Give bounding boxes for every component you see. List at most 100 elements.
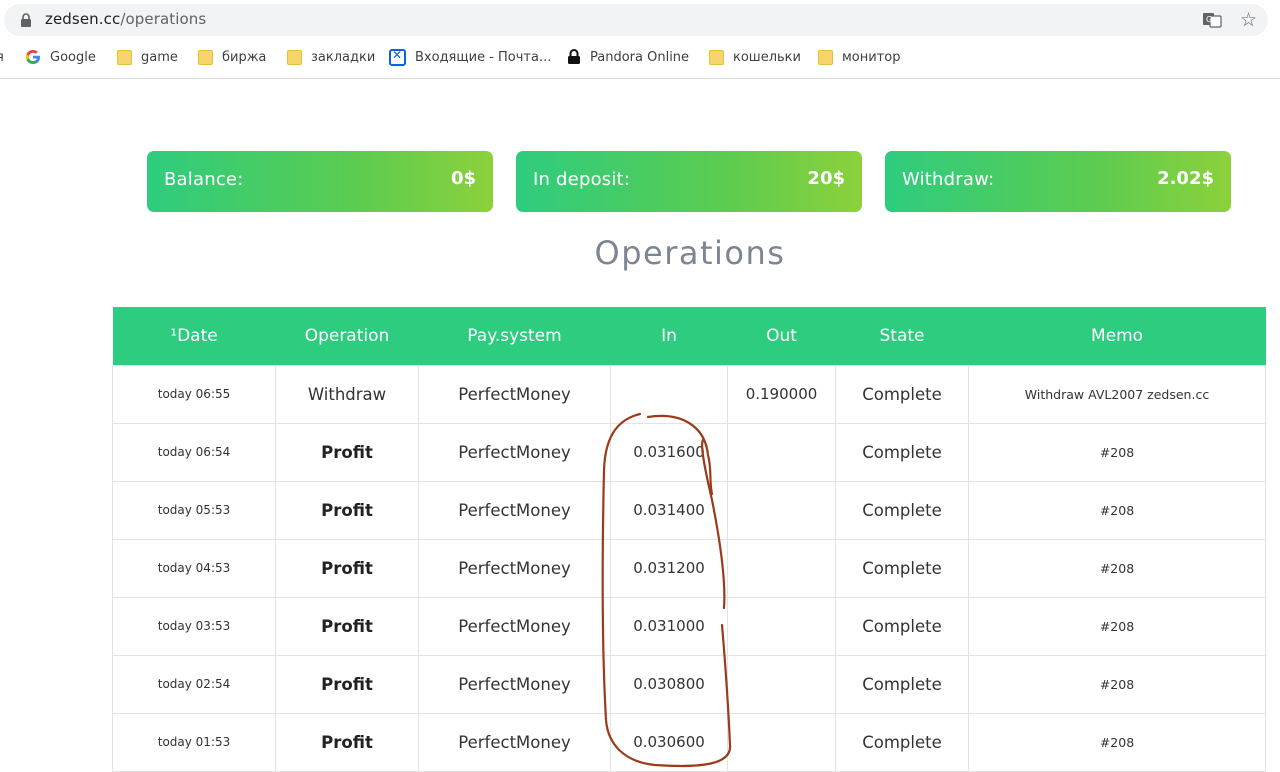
bookmark-label: game [141,49,178,65]
cell-state: Complete [835,480,969,540]
withdraw-label: Withdraw: [902,169,995,190]
header-out[interactable]: Out [727,307,836,365]
balance-value: 0$ [450,168,476,189]
cell-date: today 05:53 [112,480,276,540]
bookmark-label: закладки [311,49,376,65]
cell-pay-system: PerfectMoney [418,364,611,424]
cell-out [727,596,836,656]
cell-memo: #208 [968,538,1266,598]
cell-out [727,538,836,598]
translate-icon[interactable]: G [1202,12,1222,28]
bookmark-folder-birzha[interactable]: биржа [198,44,266,70]
table-row: today 04:53 Profit PerfectMoney 0.031200… [112,538,1266,598]
cell-memo: #208 [968,480,1266,540]
cell-date: today 04:53 [112,538,276,598]
google-icon [25,50,40,64]
operations-table: ¹Date Operation Pay.system In Out State … [112,307,1266,772]
table-row: today 03:53 Profit PerfectMoney 0.031000… [112,596,1266,656]
address-bar[interactable]: zedsen.cc/operations G ☆ [4,4,1268,36]
cell-in: 0.030800 [610,654,728,714]
lock-icon [21,13,31,27]
cell-pay-system: PerfectMoney [418,422,611,482]
folder-icon [198,49,213,65]
cell-state: Complete [835,654,969,714]
cell-operation: Profit [275,422,419,482]
cell-memo: #208 [968,654,1266,714]
header-pay-system[interactable]: Pay.system [418,307,611,365]
bookmark-label: Pandora Online [590,49,690,65]
cell-operation: Profit [275,596,419,656]
bookmark-folder-monitor[interactable]: монитор [818,44,901,70]
cell-in: 0.030600 [610,712,728,772]
cell-in: 0.031400 [610,480,728,540]
cell-out [727,422,836,482]
url-host: zedsen.cc [45,10,121,28]
bookmark-star-icon[interactable]: ☆ [1240,10,1260,30]
cell-out [727,480,836,540]
cell-date: today 06:54 [112,422,276,482]
bookmark-label: монитор [842,49,901,65]
balance-label: Balance: [164,169,244,190]
bookmark-google[interactable]: Google [25,44,96,70]
header-date[interactable]: ¹Date [112,307,276,365]
cell-state: Complete [835,538,969,598]
cell-pay-system: PerfectMoney [418,712,611,772]
page-title: Operations [594,234,786,272]
cell-memo: Withdraw AVL2007 zedsen.cc [968,364,1266,424]
cell-pay-system: PerfectMoney [418,654,611,714]
cell-in: 0.031200 [610,538,728,598]
cell-date: today 03:53 [112,596,276,656]
cell-memo: #208 [968,596,1266,656]
header-in[interactable]: In [610,307,728,365]
cell-out: 0.190000 [727,364,836,424]
cell-operation: Withdraw [275,364,419,424]
cell-out [727,654,836,714]
cell-date: today 06:55 [112,364,276,424]
cell-state: Complete [835,422,969,482]
deposit-value: 20$ [807,168,845,189]
cell-operation: Profit [275,712,419,772]
svg-text:G: G [1206,15,1212,24]
table-row: today 06:54 Profit PerfectMoney 0.031600… [112,422,1266,482]
bookmark-item[interactable]: я [0,44,4,70]
bookmark-label: я [0,50,4,65]
cell-date: today 02:54 [112,654,276,714]
folder-icon [818,49,833,65]
balance-card: Balance: 0$ [147,151,493,212]
header-memo[interactable]: Memo [968,307,1266,365]
cell-operation: Profit [275,538,419,598]
cell-pay-system: PerfectMoney [418,596,611,656]
cell-out [727,712,836,772]
cell-in [610,364,728,424]
bookmark-folder-koshelki[interactable]: кошельки [709,44,801,70]
deposit-label: In deposit: [533,169,631,190]
bookmark-label: кошельки [733,49,801,65]
withdraw-value: 2.02$ [1157,168,1214,189]
header-state[interactable]: State [835,307,969,365]
table-row: today 01:53 Profit PerfectMoney 0.030600… [112,712,1266,772]
folder-icon [709,49,724,65]
table-header-row: ¹Date Operation Pay.system In Out State … [112,307,1266,365]
cell-pay-system: PerfectMoney [418,538,611,598]
bookmark-mail[interactable]: Входящие - Почта... [389,44,551,70]
table-row: today 06:55 Withdraw PerfectMoney 0.1900… [112,364,1266,424]
url-text[interactable]: zedsen.cc/operations [45,10,206,28]
table-row: today 05:53 Profit PerfectMoney 0.031400… [112,480,1266,540]
cell-memo: #208 [968,712,1266,772]
cell-state: Complete [835,596,969,656]
bookmark-folder-game[interactable]: game [117,44,178,70]
cell-date: today 01:53 [112,712,276,772]
bookmarks-bar: я Google game биржа закладки Входящие - … [0,44,1280,70]
cell-memo: #208 [968,422,1266,482]
folder-icon [287,49,302,65]
withdraw-card: Withdraw: 2.02$ [885,151,1231,212]
table-row: today 02:54 Profit PerfectMoney 0.030800… [112,654,1266,714]
url-path: /operations [120,10,207,28]
cell-operation: Profit [275,654,419,714]
bookmark-pandora[interactable]: Pandora Online [567,44,689,70]
cell-state: Complete [835,712,969,772]
bookmark-folder-zakladki[interactable]: закладки [287,44,375,70]
bookmark-label: Входящие - Почта... [415,49,552,65]
header-operation[interactable]: Operation [275,307,419,365]
cell-in: 0.031600 [610,422,728,482]
